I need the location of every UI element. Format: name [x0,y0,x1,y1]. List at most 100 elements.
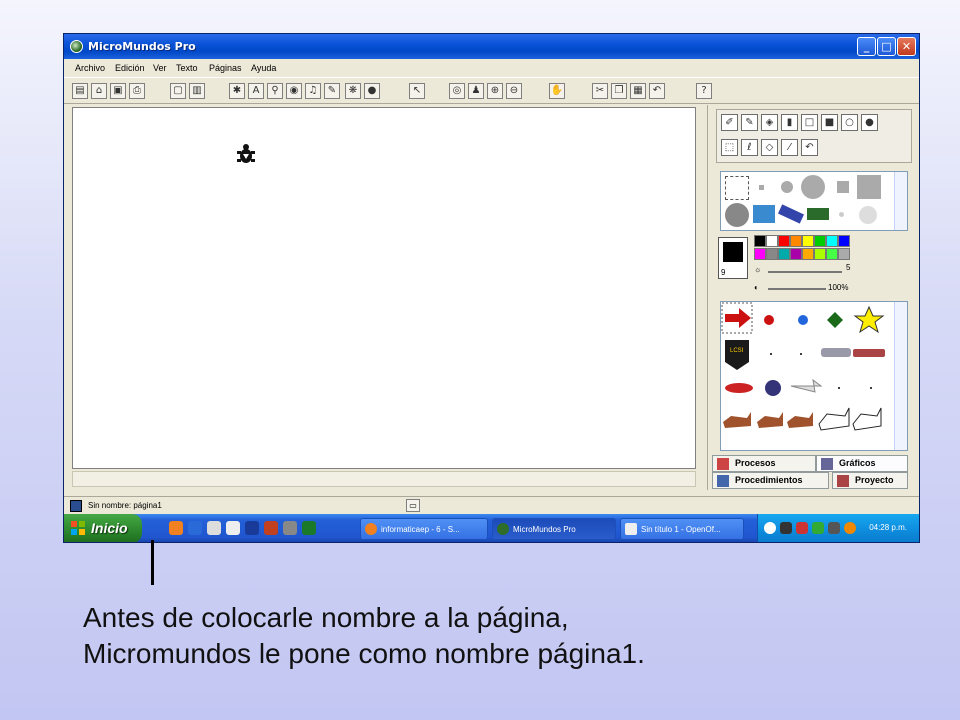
blue-ball-shape[interactable] [798,315,808,325]
fill-bucket-icon[interactable]: ◈ [761,114,778,131]
command-center-icon[interactable]: ▭ [406,499,420,512]
cut-icon[interactable]: ✂ [592,83,608,99]
turtle-tool-icon[interactable]: ✱ [229,83,245,99]
brush-shape-swatch[interactable] [839,212,844,217]
palette-color-swatch[interactable] [814,235,826,247]
zoom-in-icon[interactable]: ⊕ [487,83,503,99]
drawing-canvas[interactable] [72,107,696,469]
red-ball-shape[interactable] [764,315,774,325]
palette-color-swatch[interactable] [826,248,838,260]
rectangle-icon[interactable]: □ [801,114,818,131]
pages-icon[interactable]: ▥ [189,83,205,99]
dog-shape[interactable] [757,412,783,428]
text-box-icon[interactable]: A [248,83,264,99]
palette-color-swatch[interactable] [766,248,778,260]
brush-shape-swatch[interactable] [837,181,849,193]
eye-icon[interactable]: ◎ [449,83,465,99]
undo-icon[interactable]: ↶ [649,83,665,99]
palette-color-swatch[interactable] [778,235,790,247]
firetruck-shape[interactable] [853,349,885,357]
tab-procedimientos[interactable]: Procedimientos [712,472,829,489]
brush-shape-swatch[interactable] [781,181,793,193]
slider-tool-icon[interactable]: ⚲ [267,83,283,99]
dog-shape[interactable] [723,412,751,428]
spray-icon[interactable]: ▮ [781,114,798,131]
undo-paint-icon[interactable]: ↶ [801,139,818,156]
brush-shape-swatch[interactable] [759,185,764,190]
lcsi-badge-shape[interactable] [725,340,749,370]
brush-shape-swatch[interactable] [857,175,881,199]
palette-color-swatch[interactable] [790,235,802,247]
pen-size-slider[interactable] [768,271,842,273]
menu-paginas[interactable]: Páginas [209,63,242,73]
help-icon[interactable]: ? [696,83,712,99]
pointer-icon[interactable]: ↖ [409,83,425,99]
opacity-slider[interactable] [768,288,826,290]
start-button[interactable]: Inicio [64,514,142,542]
palette-color-swatch[interactable] [838,248,850,260]
menu-edicion[interactable]: Edición [115,63,145,73]
arrow-shape[interactable] [725,308,751,328]
video-icon[interactable]: ❋ [345,83,361,99]
dalmatian-shape[interactable] [818,407,850,431]
save-icon[interactable]: ▣ [110,83,126,99]
lasso-icon[interactable]: ℓ [741,139,758,156]
brush-shape-swatch[interactable] [753,205,775,223]
tray-antivirus-icon[interactable] [812,522,824,534]
palette-color-swatch[interactable] [754,235,766,247]
new-file-icon[interactable]: ▤ [72,83,88,99]
paste-icon[interactable]: ▦ [630,83,646,99]
zoom-out-icon[interactable]: ⊖ [506,83,522,99]
palette-color-swatch[interactable] [766,235,778,247]
motorcycle-shape[interactable] [765,380,781,396]
tray-network-icon[interactable] [780,522,792,534]
tab-graficos[interactable]: Gráficos [816,455,908,472]
turtle-icon[interactable] [236,142,256,166]
menu-ayuda[interactable]: Ayuda [251,63,276,73]
gallery-scrollbar[interactable] [894,302,907,450]
excel-icon[interactable] [302,521,316,535]
horizontal-scrollbar[interactable] [72,471,696,487]
task-micromundos[interactable]: MicroMundos Pro [492,518,616,540]
brush-shape-swatch[interactable] [778,204,804,224]
shapes-scrollbar[interactable] [894,172,907,230]
tray-arrow-icon[interactable] [764,522,776,534]
browser-icon[interactable] [188,521,202,535]
publisher-icon[interactable] [283,521,297,535]
palette-color-swatch[interactable] [802,235,814,247]
brush-shape-swatch[interactable] [725,176,749,200]
tab-procesos[interactable]: Procesos [712,455,816,472]
tab-proyecto[interactable]: Proyecto [832,472,908,489]
disk-icon[interactable] [226,521,240,535]
close-button[interactable]: ✕ [897,37,916,56]
dog-shape[interactable] [787,412,813,428]
dalmatian-shape[interactable] [852,407,882,431]
copy-icon[interactable]: ❐ [611,83,627,99]
tray-update-icon[interactable] [844,522,856,534]
airplane-shape[interactable] [790,378,823,393]
brush-shape-swatch[interactable] [807,208,829,220]
brush-shape-swatch[interactable] [859,206,877,224]
palette-color-swatch[interactable] [838,235,850,247]
powerpoint-icon[interactable] [264,521,278,535]
palette-color-swatch[interactable] [802,248,814,260]
palette-color-swatch[interactable] [814,248,826,260]
tray-volume-icon[interactable] [828,522,840,534]
tray-security-icon[interactable] [796,522,808,534]
print-icon[interactable]: ⎙ [129,83,145,99]
palette-color-swatch[interactable] [754,248,766,260]
eraser-icon[interactable]: ◇ [761,139,778,156]
eyedropper-icon[interactable]: ⁄ [781,139,798,156]
menu-ver[interactable]: Ver [153,63,167,73]
pen-tool-icon[interactable]: ✎ [324,83,340,99]
filled-rectangle-icon[interactable]: ■ [821,114,838,131]
maximize-button[interactable]: □ [877,37,896,56]
truck-shape[interactable] [821,348,851,357]
star-shape[interactable] [853,305,885,334]
minimize-button[interactable]: _ [857,37,876,56]
oval-icon[interactable]: ○ [841,114,858,131]
sound-icon[interactable]: ● [364,83,380,99]
stop-hand-icon[interactable]: ✋ [549,83,565,99]
stamp-icon[interactable]: ♟ [468,83,484,99]
brush-icon[interactable]: ✐ [721,114,738,131]
